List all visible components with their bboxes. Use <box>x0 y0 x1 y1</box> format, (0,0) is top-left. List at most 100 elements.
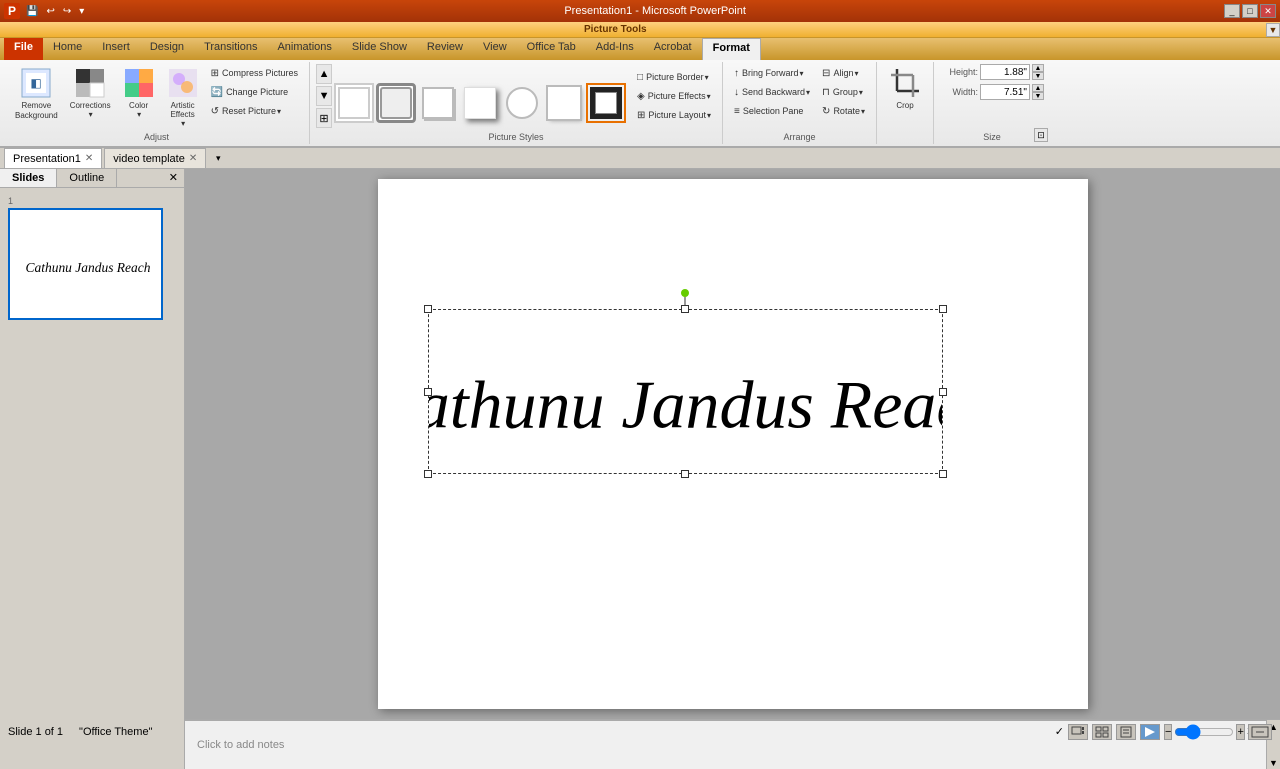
artistic-effects-button[interactable]: ArtisticEffects ▾ <box>162 64 204 130</box>
tab-presentation1-close[interactable]: ✕ <box>85 153 93 164</box>
redo-quick-btn[interactable]: ↪ <box>61 6 73 17</box>
width-up-button[interactable]: ▲ <box>1032 84 1044 92</box>
close-panel-button[interactable]: ✕ <box>163 169 184 187</box>
arrange-buttons-col2: ⊟ Align ▾ ⊓ Group ▾ ↻ Rotate ▾ <box>817 64 870 134</box>
align-button[interactable]: ⊟ Align ▾ <box>817 64 870 82</box>
new-tab-button[interactable]: ▾ <box>210 148 226 168</box>
picture-style-3[interactable] <box>418 83 458 123</box>
status-left: Slide 1 of 1 "Office Theme" <box>8 726 152 738</box>
bring-forward-icon: ↑ <box>734 68 739 79</box>
handle-bottom-left[interactable] <box>424 470 432 478</box>
picture-layout-button[interactable]: ⊞ Picture Layout ▾ <box>632 106 716 124</box>
tab-file[interactable]: File <box>4 38 43 60</box>
tab-insert[interactable]: Insert <box>92 38 140 60</box>
reading-view-button[interactable] <box>1116 724 1136 740</box>
remove-background-button[interactable]: ◧ RemoveBackground <box>10 64 63 130</box>
zoom-slider[interactable] <box>1174 726 1234 738</box>
width-down-button[interactable]: ▼ <box>1032 92 1044 100</box>
picture-style-7[interactable] <box>586 83 626 123</box>
notes-scroll-down[interactable]: ▼ <box>1269 758 1278 768</box>
height-up-button[interactable]: ▲ <box>1032 64 1044 72</box>
picture-style-1[interactable] <box>334 83 374 123</box>
arrange-group: ↑ Bring Forward ▾ ↓ Send Backward ▾ ≡ Se… <box>723 62 877 144</box>
tab-animations[interactable]: Animations <box>267 38 341 60</box>
tab-home[interactable]: Home <box>43 38 92 60</box>
picture-tools-context-label: Picture Tools ▼ <box>0 22 1280 38</box>
crop-button[interactable]: Crop <box>883 64 927 130</box>
group-icon: ⊓ <box>822 87 830 98</box>
corrections-button[interactable]: Corrections ▾ <box>65 64 116 130</box>
app-icon: P <box>4 3 20 19</box>
change-picture-button[interactable]: 🔄 Change Picture <box>206 83 303 101</box>
panel-tab-outline[interactable]: Outline <box>57 169 117 187</box>
styles-scroll-up[interactable]: ▲ <box>316 64 332 84</box>
picture-border-button[interactable]: □ Picture Border ▾ <box>632 68 716 86</box>
selected-image[interactable]: Cathunu Jandus Reach <box>428 309 943 474</box>
notes-input-area[interactable]: Click to add notes <box>197 739 1266 751</box>
bring-forward-button[interactable]: ↑ Bring Forward ▾ <box>729 64 815 82</box>
color-button[interactable]: Color ▾ <box>118 64 160 130</box>
handle-top-middle[interactable] <box>681 305 689 313</box>
styles-scroll-down[interactable]: ▼ <box>316 86 332 106</box>
handle-bottom-right[interactable] <box>939 470 947 478</box>
tab-video-template[interactable]: video template ✕ <box>104 148 206 168</box>
handle-middle-left[interactable] <box>424 388 432 396</box>
slide-sorter-button[interactable] <box>1092 724 1112 740</box>
slideshow-button[interactable] <box>1140 724 1160 740</box>
group-button[interactable]: ⊓ Group ▾ <box>817 83 870 101</box>
selection-pane-button[interactable]: ≡ Selection Pane <box>729 102 815 120</box>
restore-button[interactable]: □ <box>1242 4 1258 18</box>
rotate-handle[interactable] <box>681 289 689 297</box>
tab-slide-show[interactable]: Slide Show <box>342 38 417 60</box>
handle-bottom-middle[interactable] <box>681 470 689 478</box>
compress-pictures-button[interactable]: ⊞ Compress Pictures <box>206 64 303 82</box>
zoom-in-button[interactable]: + <box>1236 724 1244 740</box>
normal-view-button[interactable] <box>1068 724 1088 740</box>
close-button[interactable]: ✕ <box>1260 4 1276 18</box>
picture-style-6[interactable] <box>544 83 584 123</box>
customize-quick-btn[interactable]: ▾ <box>77 6 86 17</box>
remove-background-icon: ◧ <box>20 67 52 99</box>
tab-video-template-close[interactable]: ✕ <box>189 153 197 164</box>
minimize-button[interactable]: _ <box>1224 4 1240 18</box>
slide-area: Cathunu Jandus Reach <box>185 169 1280 769</box>
tab-review[interactable]: Review <box>417 38 473 60</box>
styles-more[interactable]: ⊞ <box>316 108 332 128</box>
fit-to-window-button[interactable] <box>1248 724 1272 740</box>
tab-transitions[interactable]: Transitions <box>194 38 267 60</box>
artistic-effects-icon <box>167 67 199 99</box>
send-backward-button[interactable]: ↓ Send Backward ▾ <box>729 83 815 101</box>
arrange-group-label: Arrange <box>723 132 876 142</box>
picture-styles-group: ▲ ▼ ⊞ <box>310 62 723 144</box>
picture-style-5[interactable] <box>502 83 542 123</box>
rotate-button[interactable]: ↻ Rotate ▾ <box>817 102 870 120</box>
handle-top-right[interactable] <box>939 305 947 313</box>
panel-tab-slides[interactable]: Slides <box>0 169 57 187</box>
tab-presentation1[interactable]: Presentation1 ✕ <box>4 148 102 168</box>
slide-1-thumbnail[interactable]: Cathunu Jandus Reach <box>8 208 163 320</box>
tab-format[interactable]: Format <box>702 38 761 60</box>
slide-1-preview: Cathunu Jandus Reach <box>14 214 161 314</box>
save-quick-btn[interactable]: 💾 <box>24 6 40 17</box>
tab-view[interactable]: View <box>473 38 517 60</box>
ribbon-expand-icon[interactable]: ▼ <box>1266 23 1280 37</box>
width-input[interactable] <box>980 84 1030 100</box>
picture-style-2[interactable] <box>376 83 416 123</box>
tab-office-tab[interactable]: Office Tab <box>517 38 586 60</box>
picture-effects-button[interactable]: ◈ Picture Effects ▾ <box>632 87 716 105</box>
picture-style-4[interactable] <box>460 83 500 123</box>
height-down-button[interactable]: ▼ <box>1032 72 1044 80</box>
zoom-out-button[interactable]: − <box>1164 724 1172 740</box>
handle-middle-right[interactable] <box>939 388 947 396</box>
tab-video-template-label: video template <box>113 153 185 165</box>
undo-quick-btn[interactable]: ↩ <box>44 6 56 17</box>
handle-top-left[interactable] <box>424 305 432 313</box>
send-backward-icon: ↓ <box>734 87 739 98</box>
tab-acrobat[interactable]: Acrobat <box>644 38 702 60</box>
spelling-check-icon[interactable]: ✓ <box>1055 725 1064 738</box>
tab-add-ins[interactable]: Add-Ins <box>586 38 644 60</box>
reset-picture-button[interactable]: ↺ Reset Picture ▾ <box>206 102 303 120</box>
tab-design[interactable]: Design <box>140 38 194 60</box>
height-input[interactable] <box>980 64 1030 80</box>
picture-styles-content: ▲ ▼ ⊞ <box>316 64 716 156</box>
